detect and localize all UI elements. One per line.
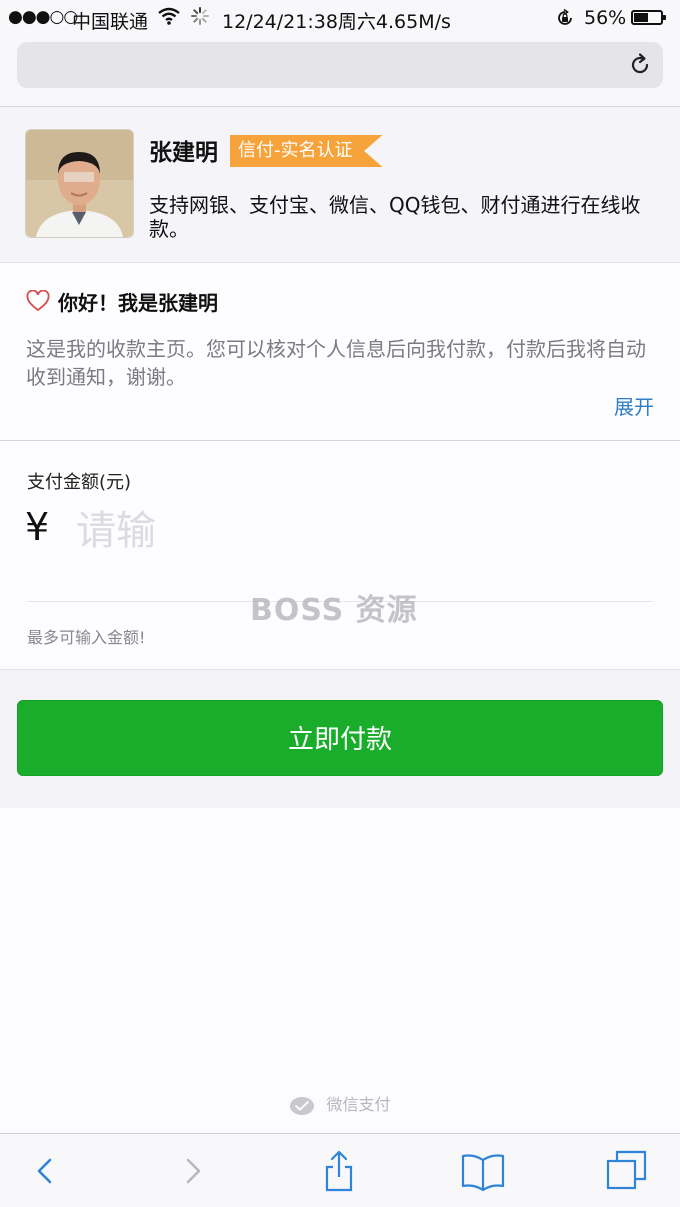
- merchant-description: 支持网银、支付宝、微信、QQ钱包、财付通进行在线收款。: [149, 193, 641, 241]
- chevron-right-icon[interactable]: [170, 1148, 216, 1194]
- status-time: 12/24/21:38周六4.65M/s: [222, 11, 451, 33]
- verification-badge: 信付-实名认证: [230, 135, 383, 167]
- wechat-pay-brand: 微信支付: [0, 1091, 680, 1116]
- greeting-card: 你好！我是张建明 这是我的收款主页。您可以核对个人信息后向我付款，付款后我将自动…: [0, 263, 680, 441]
- wifi-icon: [157, 6, 181, 31]
- reload-icon[interactable]: [627, 52, 653, 78]
- browser-toolbar: [0, 1133, 680, 1207]
- battery-fill: [634, 13, 648, 22]
- address-bar[interactable]: [17, 42, 663, 88]
- max-amount-note: 最多可输入金额!: [27, 628, 146, 647]
- avatar: [25, 129, 134, 238]
- heart-outline-icon: [26, 290, 50, 312]
- wechat-pay-icon: [290, 1096, 315, 1115]
- amount-input[interactable]: [76, 501, 636, 561]
- payment-amount-section: 支付金额(元) ¥ 最多可输入金额!: [0, 441, 680, 670]
- tabs-icon[interactable]: [604, 1148, 650, 1194]
- orientation-lock-icon: [555, 8, 575, 33]
- pay-button-area: 立即付款: [0, 670, 680, 808]
- greeting-title: 你好！我是张建明: [58, 291, 218, 315]
- wechat-pay-label: 微信支付: [326, 1095, 391, 1114]
- expand-link[interactable]: 展开: [614, 391, 654, 420]
- signal-strength-icon: ●●●○○: [8, 7, 78, 27]
- book-icon[interactable]: [460, 1148, 506, 1194]
- browser-page: ●●●○○ 中国联通 12/24/21:38周六4.65M/s 56% 张建明 …: [0, 0, 680, 1207]
- browser-address-area: [0, 36, 680, 107]
- status-bar: ●●●○○ 中国联通 12/24/21:38周六4.65M/s 56%: [0, 0, 680, 36]
- merchant-profile: 张建明 信付-实名认证 支持网银、支付宝、微信、QQ钱包、财付通进行在线收款。: [0, 107, 680, 263]
- currency-symbol: ¥: [25, 505, 50, 549]
- chevron-left-icon[interactable]: [22, 1148, 68, 1194]
- greeting-text: 这是我的收款主页。您可以核对个人信息后向我付款，付款后我将自动收到通知，谢谢。: [26, 337, 646, 389]
- merchant-name: 张建明: [149, 140, 218, 166]
- share-icon[interactable]: [316, 1148, 362, 1194]
- battery-percent: 56%: [584, 7, 627, 29]
- watermark: BOSS 资源: [250, 593, 418, 628]
- battery-icon: [631, 10, 666, 25]
- pay-now-button[interactable]: 立即付款: [17, 700, 663, 776]
- loading-spinner-icon: [190, 6, 210, 31]
- carrier-name: 中国联通: [72, 11, 149, 33]
- amount-label: 支付金额(元): [27, 472, 132, 493]
